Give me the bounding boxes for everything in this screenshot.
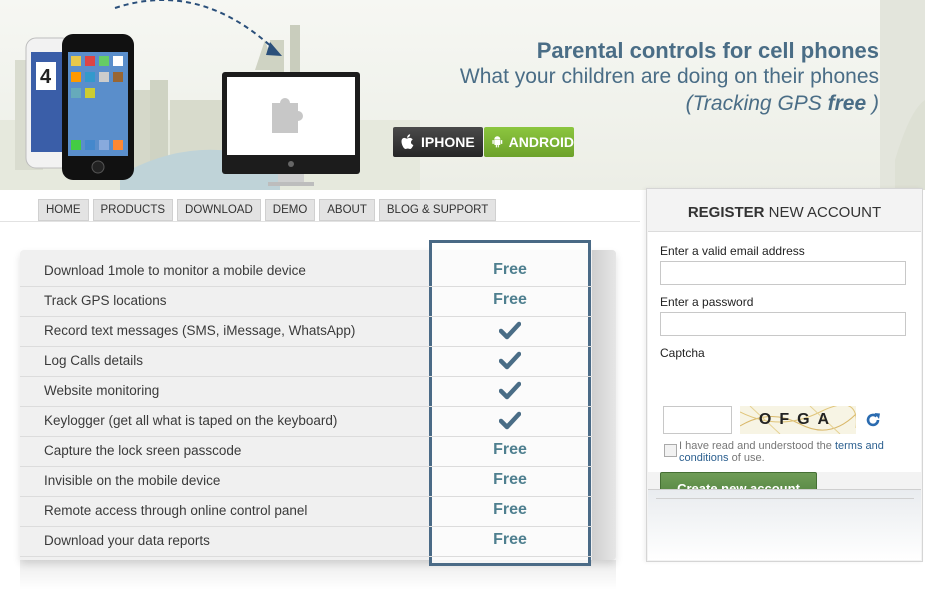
nav-download[interactable]: DOWNLOAD bbox=[177, 199, 261, 221]
terms-suffix: of use. bbox=[728, 452, 765, 464]
password-label: Enter a password bbox=[660, 295, 754, 309]
feature-label: Website monitoring bbox=[44, 383, 160, 398]
hero-tracking-note: (Tracking GPS free ) bbox=[686, 92, 879, 116]
tracking-free-bold: free bbox=[827, 92, 867, 115]
nav-blog-support[interactable]: BLOG & SUPPORT bbox=[378, 199, 497, 221]
feature-label: Download 1mole to monitor a mobile devic… bbox=[44, 263, 306, 278]
android-button-label: ANDROID bbox=[508, 134, 574, 150]
register-title: REGISTER NEW ACCOUNT bbox=[647, 204, 922, 221]
feature-row: Website monitoring bbox=[20, 376, 592, 407]
free-label: Free bbox=[493, 441, 527, 458]
free-label: Free bbox=[493, 531, 527, 548]
feature-label: Keylogger (get all what is taped on the … bbox=[44, 413, 338, 428]
free-label: Free bbox=[493, 501, 527, 518]
checkmark-icon bbox=[430, 321, 590, 346]
captcha-image: OFGA bbox=[740, 406, 856, 434]
free-label: Free bbox=[493, 261, 527, 278]
feature-row: Download your data reports Free bbox=[20, 526, 592, 557]
apple-icon bbox=[401, 134, 414, 149]
phone-screen-number: 4 bbox=[40, 66, 52, 88]
feature-label: Track GPS locations bbox=[44, 293, 167, 308]
checkmark-icon bbox=[430, 411, 590, 436]
hero-subtitle: What your children are doing on their ph… bbox=[459, 65, 879, 88]
captcha-label: Captcha bbox=[660, 346, 705, 360]
feature-label: Log Calls details bbox=[44, 353, 144, 368]
iphone-button-label: IPHONE bbox=[421, 134, 475, 150]
email-label: Enter a valid email address bbox=[660, 244, 805, 258]
tracking-suffix: ) bbox=[866, 92, 879, 115]
register-title-bold: REGISTER bbox=[687, 204, 765, 221]
refresh-icon bbox=[866, 413, 880, 427]
nav-about[interactable]: ABOUT bbox=[319, 199, 375, 221]
computer-monitor-image bbox=[222, 72, 360, 186]
register-form: Enter a valid email address Enter a pass… bbox=[648, 231, 921, 504]
checkmark-icon bbox=[430, 381, 590, 406]
feature-row: Log Calls details bbox=[20, 346, 592, 377]
terms-checkbox[interactable] bbox=[664, 444, 677, 457]
feature-label: Download your data reports bbox=[44, 533, 210, 548]
feature-label: Invisible on the mobile device bbox=[44, 473, 221, 488]
features-panel-edge bbox=[592, 250, 616, 560]
captcha-input[interactable] bbox=[663, 406, 732, 434]
password-field[interactable] bbox=[660, 312, 906, 336]
captcha-text: OFGA bbox=[758, 411, 838, 428]
hero-banner: 4 Parental controls for cell phones What… bbox=[0, 0, 925, 190]
footer-divider bbox=[656, 498, 914, 499]
nav-products[interactable]: PRODUCTS bbox=[92, 199, 174, 221]
terms-prefix: I have read and understood the bbox=[679, 440, 835, 452]
feature-row: Download 1mole to monitor a mobile devic… bbox=[20, 256, 592, 287]
feature-row: Capture the lock sreen passcode Free bbox=[20, 436, 592, 467]
feature-label: Record text messages (SMS, iMessage, Wha… bbox=[44, 323, 356, 338]
nav-demo[interactable]: DEMO bbox=[264, 199, 316, 221]
android-download-button[interactable]: ANDROID bbox=[484, 127, 574, 157]
android-icon bbox=[492, 136, 503, 148]
email-field[interactable] bbox=[660, 261, 906, 285]
feature-row: Keylogger (get all what is taped on the … bbox=[20, 406, 592, 437]
register-panel: REGISTER NEW ACCOUNT Enter a valid email… bbox=[646, 188, 923, 562]
register-panel-footer bbox=[648, 489, 921, 560]
feature-row: Record text messages (SMS, iMessage, Wha… bbox=[20, 316, 592, 347]
checkmark-icon bbox=[430, 351, 590, 376]
register-title-rest: NEW ACCOUNT bbox=[764, 204, 882, 221]
free-label: Free bbox=[493, 471, 527, 488]
tracking-prefix: (Tracking GPS bbox=[685, 92, 828, 115]
feature-row: Track GPS locations Free bbox=[20, 286, 592, 317]
free-label: Free bbox=[493, 291, 527, 308]
hero-title: Parental controls for cell phones bbox=[536, 38, 879, 63]
iphone-image bbox=[62, 34, 134, 180]
terms-text: I have read and understood the terms and… bbox=[679, 440, 909, 464]
nav-divider bbox=[0, 221, 640, 222]
feature-label: Capture the lock sreen passcode bbox=[44, 443, 242, 458]
captcha-refresh-button[interactable] bbox=[864, 411, 882, 434]
feature-row: Remote access through online control pan… bbox=[20, 496, 592, 527]
main-nav: HOME PRODUCTS DOWNLOAD DEMO ABOUT BLOG &… bbox=[38, 199, 497, 221]
iphone-download-button[interactable]: IPHONE bbox=[393, 127, 483, 157]
feature-label: Remote access through online control pan… bbox=[44, 503, 308, 518]
nav-home[interactable]: HOME bbox=[38, 199, 89, 221]
feature-row: Invisible on the mobile device Free bbox=[20, 466, 592, 497]
